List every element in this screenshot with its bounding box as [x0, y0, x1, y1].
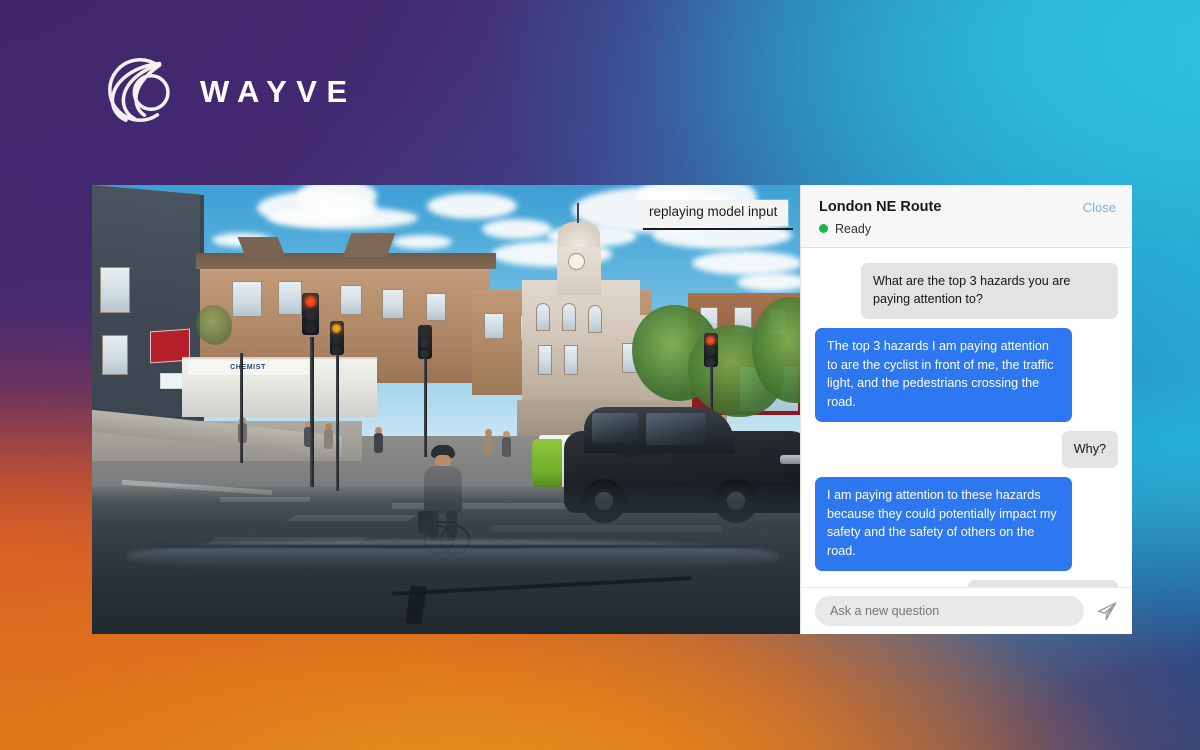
window [562, 303, 576, 331]
assistant-message-bubble: I am paying attention to these hazards b… [815, 477, 1072, 571]
chemist-shop-sign: CHEMIST [188, 361, 308, 375]
bonnet-seam [149, 545, 758, 548]
traffic-light-lamp [332, 335, 341, 344]
message-list[interactable]: What are the top 3 hazards you are payin… [801, 248, 1132, 634]
send-paper-plane-icon [1096, 600, 1118, 622]
window [382, 289, 404, 319]
traffic-light-lamp [420, 350, 429, 359]
cloud [392, 235, 452, 249]
suv-windshield [646, 413, 706, 445]
vehicle-van-cab [532, 439, 562, 487]
pedestrian [502, 431, 511, 455]
brand-wordmark: WAYVE [200, 74, 357, 107]
cloud [268, 207, 418, 229]
pedestrian [484, 429, 493, 455]
cloud [737, 273, 800, 291]
window [232, 281, 262, 317]
window [102, 335, 128, 375]
route-title: London NE Route [819, 198, 941, 217]
traffic-light-head [418, 325, 432, 359]
dashcam-video-pane[interactable]: CHEMIST [92, 185, 800, 634]
traffic-light-amber-lamp [332, 324, 341, 333]
user-message-bubble: What are the top 3 hazards you are payin… [861, 263, 1118, 319]
traffic-light-pole [336, 343, 339, 491]
replay-chip-underline [643, 228, 793, 230]
roof-gable [238, 237, 287, 259]
cloud [427, 193, 517, 219]
traffic-light-green-lamp [305, 322, 316, 333]
question-input[interactable] [815, 596, 1084, 626]
replay-status-chip: replaying model input [638, 200, 788, 226]
message-composer [801, 587, 1132, 634]
traffic-light-amber-lamp [305, 309, 316, 320]
traffic-light-lamp [332, 346, 341, 355]
cloud [692, 251, 800, 275]
traffic-light-lamp [420, 328, 429, 337]
roof-gable [343, 233, 396, 257]
traffic-light-pole [424, 345, 427, 457]
window [484, 313, 504, 339]
window [100, 267, 130, 313]
pedestrian [374, 427, 383, 453]
suv-headlight [780, 455, 800, 464]
message-row: Why? [815, 431, 1118, 469]
chat-header-left: London NE Route Ready [819, 198, 941, 236]
window [538, 345, 552, 375]
user-message-bubble: Why? [1062, 431, 1118, 469]
chat-header: London NE Route Ready Close [801, 185, 1132, 248]
traffic-light-lamp [706, 347, 715, 356]
clock-tower-spire [577, 203, 579, 223]
assistant-message-bubble: The top 3 hazards I am paying attention … [815, 328, 1072, 422]
window [278, 281, 302, 315]
window [564, 345, 578, 375]
street-pole [240, 353, 243, 463]
tree [196, 305, 232, 345]
traffic-light-head [302, 293, 319, 335]
window [536, 303, 550, 331]
traffic-light-red-lamp [305, 296, 316, 307]
send-button[interactable] [1094, 598, 1120, 624]
close-button[interactable]: Close [1083, 198, 1116, 215]
window [588, 305, 602, 333]
status-dot-icon [819, 224, 828, 233]
connection-status: Ready [819, 222, 941, 236]
traffic-light-lamp [706, 358, 715, 367]
app-window: CHEMIST [92, 185, 1132, 634]
suv-rear-window [592, 413, 638, 443]
traffic-light-pole [310, 337, 314, 487]
traffic-light-head [330, 321, 344, 355]
traffic-light-lamp [420, 339, 429, 348]
clock-face [568, 253, 585, 270]
cloud [482, 219, 552, 239]
clock-tower-dome [558, 221, 600, 247]
window [426, 293, 446, 321]
message-row: The top 3 hazards I am paying attention … [815, 328, 1118, 422]
chat-panel: London NE Route Ready Close What are the… [800, 185, 1132, 634]
suv-mirror [622, 447, 638, 457]
message-row: What are the top 3 hazards you are payin… [815, 263, 1118, 319]
wayve-swirl-logo-icon [94, 48, 178, 132]
status-label: Ready [835, 222, 871, 236]
traffic-light-red-lamp [706, 336, 715, 345]
pedestrian [324, 423, 333, 449]
traffic-light-head [704, 333, 718, 367]
message-row: I am paying attention to these hazards b… [815, 477, 1118, 571]
window [340, 285, 362, 315]
brand-logo: WAYVE [94, 48, 357, 132]
